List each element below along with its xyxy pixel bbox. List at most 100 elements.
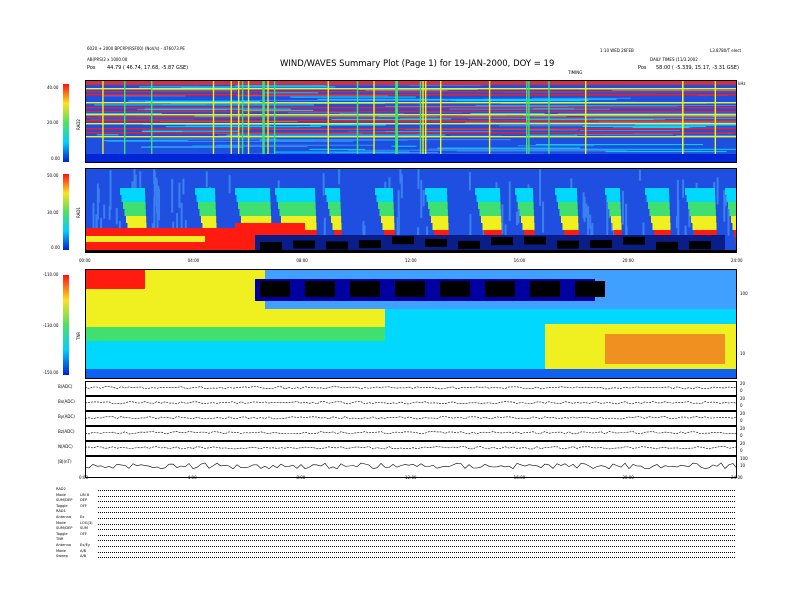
mag-panel-4-right-tick-1: 0 [740, 448, 743, 453]
tnr-ytick-1: -130.00 [43, 323, 59, 328]
rad-xaxis-tick-3: 12:00 [405, 258, 417, 263]
footer-row-dots-3 [98, 506, 735, 508]
header-left-pos-label: Pos [87, 65, 96, 71]
rad2-colorbar [63, 84, 69, 162]
footer-row-dots-7 [98, 529, 735, 531]
mag-xaxis-tick-3: 12:00 [405, 475, 417, 480]
rad2-ylabel: RAD2 [76, 119, 81, 130]
mag-panel-label-0: B(ADC) [58, 384, 73, 389]
footer-row-label-11: Mode [56, 548, 66, 553]
mag-panel-2-right-tick-0: 20 [740, 411, 746, 416]
footer-row-label-3: Toggle [56, 503, 68, 508]
footer-row-value-1: LIN 8 [80, 492, 90, 497]
footer-row-value-11: A/B [80, 548, 87, 553]
mag-trace-4 [85, 446, 737, 450]
header-right-line1: 1:10 WED 26FEB [600, 48, 634, 53]
mag-panel-3-right-tick-1: 0 [740, 433, 743, 438]
tnr-ytick-2: -150.00 [43, 370, 59, 375]
header-right-line1b: L3.8780/T elect [710, 48, 742, 53]
mag-panel-label-5: |B|(nT) [58, 459, 72, 464]
footer-row-label-5: Antenna [56, 515, 72, 519]
footer-row-dots-12 [98, 557, 735, 559]
rad2-frame [85, 80, 737, 163]
rad-xaxis-tick-6: 24:00 [731, 258, 743, 263]
mag-panel-3-right-tick-0: 20 [740, 426, 746, 431]
footer-row-value-2: DEP [80, 498, 88, 503]
rad-xaxis-tick-1: 04:00 [187, 258, 200, 263]
header-left-line2: AB(PRS)2 x 1000.00 [87, 57, 128, 62]
mag-trace-svg-4 [85, 446, 737, 450]
footer-row-dots-8 [98, 534, 735, 536]
footer-row-value-5: Ex [80, 515, 85, 519]
footer-row-value-8: OFF [80, 531, 87, 536]
footer-row-dots-9 [98, 540, 735, 542]
footer-row-label-1: Mode [56, 492, 66, 497]
mag-trace-1 [85, 401, 737, 405]
footer-row-dots-2 [98, 501, 735, 503]
footer-row-dots-6 [98, 523, 735, 525]
mag-panel-1-right-tick-0: 20 [740, 396, 746, 401]
header-right-pos-label: Pos [638, 65, 647, 71]
tnr-colorbar [63, 275, 69, 375]
tnr-right-tick-1: 10 [740, 351, 746, 356]
mag-panel-1-right-tick-1: 0 [740, 403, 743, 408]
mag-panel-label-3: Bz(ADC) [58, 429, 75, 434]
page-title: WIND/WAVES Summary Plot (Page 1) for 19-… [280, 59, 555, 69]
rad2-ytick-1: 20.00 [47, 120, 59, 125]
footer-row-dots-1 [98, 495, 735, 497]
mag-xaxis-tick-2: 8:00 [296, 475, 306, 480]
tnr-ylabel: TNR [76, 331, 81, 340]
mag-panel-label-4: N(ADC) [58, 444, 73, 449]
mag-xaxis-tick-0: 0:00 [79, 475, 88, 480]
mag-panel-0-right-tick-1: 0 [740, 388, 743, 393]
footer-row-dots-5 [98, 518, 735, 519]
rad-xaxis-tick-5: 20:00 [622, 258, 634, 263]
footer-row-dots-4 [98, 512, 735, 514]
footer-row-label-12: Sweep [56, 554, 68, 559]
rad1-ytick-0: 50.00 [47, 173, 59, 178]
mag-panel-label-1: Bx(ADC) [58, 399, 75, 404]
footer-row-label-4: RAD1 [56, 509, 66, 514]
footer-row-value-6: LOG(3) [80, 520, 93, 525]
rad1-ylabel: RAD1 [76, 207, 81, 218]
mag-panel-4-right-tick-0: 20 [740, 441, 746, 446]
rad-xaxis-tick-2: 08:00 [296, 258, 308, 263]
footer-row-label-9: TNR [56, 537, 64, 542]
footer-row-label-6: Mode [56, 520, 66, 525]
footer-row-value-12: A/B [80, 554, 87, 559]
mag-trace-5 [85, 462, 737, 470]
mag-trace-svg-1 [85, 401, 737, 405]
rad1-frame [85, 168, 737, 253]
footer-row-dots-11 [98, 551, 735, 553]
footer-row-label-0: RAD2 [56, 487, 66, 491]
footer-row-label-10: Antenna [56, 543, 72, 547]
tnr-ytick-0: -110.00 [43, 272, 59, 277]
footer-row-label-8: Toggle [56, 531, 68, 536]
rad2-ytick-2: 0.00 [51, 156, 60, 161]
mag-xaxis-tick-1: 4:00 [187, 475, 197, 480]
mag-trace-3 [85, 431, 737, 435]
khz-label: kHz [738, 81, 746, 86]
footer-row-value-3: OFF [80, 503, 87, 508]
mag-trace-svg-3 [85, 431, 737, 435]
rad1-colorbar [63, 174, 69, 250]
mag-trace-svg-0 [85, 386, 737, 390]
footer-row-label-2: SUM/DEP [56, 498, 73, 503]
tnr-right-tick-0: 100 [740, 291, 748, 296]
rad2-ytick-0: 40.00 [47, 85, 59, 90]
rad-xaxis-tick-0: 00:00 [79, 258, 91, 263]
rad1-ytick-1: 30.00 [47, 210, 59, 215]
header-right-pos-value: 58.00 ( -5.339, 15.17, -3.31 GSE) [656, 65, 739, 71]
header-left-line1: 6020 + 2000 BPCRP(RSF00) (NoV/s) - 47607… [87, 46, 185, 51]
footer-row-value-7: SUM [80, 526, 89, 531]
timing-label: TIMING [568, 70, 583, 75]
mag-panel-2-right-tick-1: 0 [740, 418, 743, 423]
footer-row-dots-0 [98, 490, 735, 491]
footer-row-label-7: SUM/DEP [56, 526, 73, 531]
mag-xaxis-tick-6: 24:00 [731, 475, 743, 480]
header-right-line2: DAILY TIMES (11/3.2002 [650, 57, 698, 62]
mag-panel-label-2: By(ADC) [58, 414, 75, 419]
tnr-frame [85, 269, 737, 379]
header-left-pos-value: 44.79 ( 46.74, 17.68, -5.87 GSE) [107, 65, 189, 71]
rad-xaxis-tick-4: 16:00 [513, 258, 526, 263]
